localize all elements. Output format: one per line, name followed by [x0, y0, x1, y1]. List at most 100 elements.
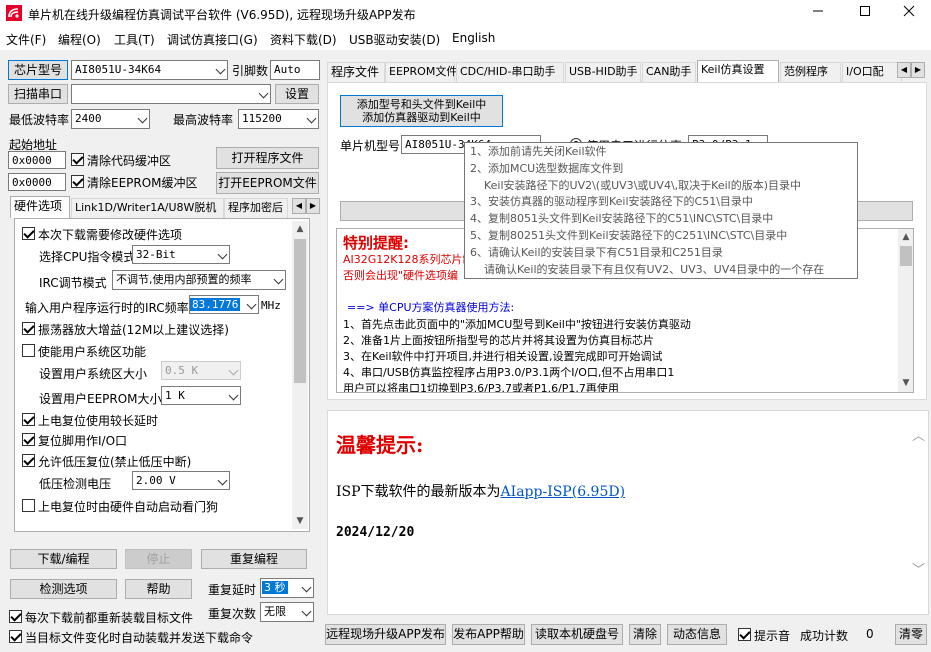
cpu-mode-select[interactable]: 32-Bit	[132, 245, 230, 264]
check-options-button[interactable]: 检测选项	[10, 579, 117, 599]
repeat-count-select[interactable]: 无限	[260, 602, 314, 622]
repeat-delay-label: 重复延时	[208, 583, 257, 597]
add-to-keil-button[interactable]: 添加型号和头文件到Keil中 添加仿真器驱动到Keil中	[340, 95, 503, 127]
scan-port-button[interactable]: 扫描串口	[8, 84, 68, 104]
low-voltage-reset-checkbox[interactable]	[22, 454, 35, 467]
reset-count-button[interactable]: 清零	[895, 624, 927, 645]
read-disk-id-button[interactable]: 读取本机硬盘号	[531, 624, 623, 645]
min-baud-select[interactable]: 2400	[71, 109, 150, 129]
serial-port-select[interactable]	[71, 84, 271, 104]
menu-file[interactable]: 文件(F)	[6, 31, 46, 48]
notice-scroll-down-icon[interactable]: ﹀	[912, 559, 925, 578]
tooltip-line-5: 4、复制8051头文件到Keil安装路径下的C51\INC\STC\目录中	[470, 212, 774, 226]
info-scrollbar[interactable]: ▲ ▼	[898, 229, 913, 392]
tab-can[interactable]: CAN助手	[642, 62, 696, 82]
auto-reload-checkbox[interactable]	[9, 630, 22, 643]
notice-scroll-up-icon[interactable]: ︿	[912, 425, 925, 444]
chip-model-select[interactable]: AI8051U-34K64	[71, 60, 228, 80]
minimize-button[interactable]	[795, 0, 840, 28]
chip-model-button[interactable]: 芯片型号	[8, 60, 68, 80]
reload-before-download-checkbox[interactable]	[9, 610, 22, 623]
scrollbar-thumb[interactable]	[900, 246, 912, 266]
repeat-delay-value: 3 秒	[262, 581, 288, 594]
latest-version-link[interactable]: AIapp-ISP(6.95D)	[501, 484, 626, 500]
download-program-button[interactable]: 下载/编程	[10, 549, 117, 569]
tooltip-line-1: 1、添加前请先关闭Keil软件	[470, 145, 607, 158]
publish-help-button[interactable]: 发布APP帮助	[452, 624, 525, 645]
menu-tools[interactable]: 工具(T)	[114, 31, 155, 48]
add-to-keil-line2: 添加仿真器驱动到Keil中	[362, 111, 481, 124]
tab-io-config[interactable]: I/O口配	[842, 62, 902, 82]
eeprom-start-address-input[interactable]: 0x0000	[8, 173, 66, 191]
menu-debug-interface[interactable]: 调试仿真接口(G)	[167, 31, 258, 48]
open-eeprom-file-button[interactable]: 打开EEPROM文件	[216, 172, 319, 194]
menu-usb-driver[interactable]: USB驱动安装(D)	[349, 31, 440, 48]
irc-mode-select[interactable]: 不调节,使用内部预置的频率	[112, 270, 286, 290]
clear-eeprom-buffer-checkbox[interactable]	[71, 175, 84, 188]
user-system-size-label: 设置用户系统区大小	[39, 367, 148, 381]
reset-pin-io-label: 复位脚用作I/O口	[38, 434, 128, 448]
tab-hardware-options[interactable]: 硬件选项	[10, 196, 70, 218]
user-system-area-checkbox[interactable]	[22, 344, 35, 357]
chevron-down-icon	[301, 582, 312, 593]
max-baud-select[interactable]: 115200	[238, 109, 319, 129]
remote-upgrade-button[interactable]: 远程现场升级APP发布	[325, 624, 446, 645]
scroll-up-icon[interactable]: ▲	[292, 221, 308, 237]
open-program-file-button[interactable]: 打开程序文件	[216, 147, 319, 169]
cpu-mode-label: 选择CPU指令模式	[39, 250, 136, 264]
tab-scroll-left-button[interactable]: ◀	[292, 198, 306, 214]
repeat-delay-select[interactable]: 3 秒	[260, 578, 314, 598]
hardware-options-scrollbar[interactable]: ▲ ▼	[292, 221, 308, 529]
right-tab-row: 程序文件 EEPROM文件 CDC/HID-串口助手 USB-HID助手 CAN…	[327, 60, 927, 82]
auto-watchdog-label: 上电复位时由硬件自动启动看门狗	[38, 500, 219, 514]
chevron-down-icon	[228, 390, 239, 401]
user-system-size-select[interactable]: 0.5 K	[161, 361, 241, 380]
repeat-program-button[interactable]: 重复编程	[201, 549, 307, 569]
tab-scroll-right-button[interactable]: ▶	[306, 198, 320, 214]
scroll-down-icon[interactable]: ▼	[292, 513, 308, 529]
irc-frequency-value: 83.1776	[190, 298, 241, 311]
cpu-mode-value: 32-Bit	[136, 248, 176, 261]
clear-button[interactable]: 清除	[629, 624, 661, 645]
modify-hardware-checkbox[interactable]	[22, 227, 35, 240]
code-start-address-input[interactable]: 0x0000	[8, 151, 66, 169]
right-tab-scroll-left-button[interactable]: ◀	[897, 62, 911, 78]
lvd-voltage-select[interactable]: 2.00 V	[132, 471, 230, 490]
tab-cdc-hid-serial[interactable]: CDC/HID-串口助手	[456, 62, 564, 82]
tab-eeprom-file[interactable]: EEPROM文件	[385, 62, 457, 82]
notice-version-prefix: ISP下载软件的最新版本为	[336, 484, 501, 500]
oscillator-gain-checkbox[interactable]	[22, 322, 35, 335]
reset-pin-io-checkbox[interactable]	[22, 433, 35, 446]
long-reset-delay-label: 上电复位使用较长延时	[38, 414, 159, 428]
user-eeprom-size-select[interactable]: 1 K	[161, 386, 241, 405]
close-button[interactable]	[886, 0, 931, 28]
tab-program-encrypt[interactable]: 程序加密后	[224, 198, 288, 218]
long-reset-delay-checkbox[interactable]	[22, 413, 35, 426]
tab-program-file[interactable]: 程序文件	[327, 62, 385, 82]
auto-watchdog-checkbox[interactable]	[22, 499, 35, 512]
tab-usb-hid[interactable]: USB-HID助手	[565, 62, 641, 82]
tab-examples[interactable]: 范例程序	[780, 62, 841, 82]
help-button[interactable]: 帮助	[125, 579, 192, 599]
tab-link1d-offline[interactable]: Link1D/Writer1A/U8W脱机	[71, 198, 224, 218]
menu-downloads[interactable]: 资料下载(D)	[270, 31, 337, 48]
irc-frequency-input[interactable]: 83.1776	[189, 295, 259, 314]
chevron-down-icon	[228, 365, 239, 376]
port-settings-button[interactable]: 设置	[275, 84, 319, 104]
dynamic-info-button[interactable]: 动态信息	[667, 624, 727, 645]
right-tab-scroll-right-button[interactable]: ▶	[911, 62, 925, 78]
scroll-up-icon[interactable]: ▲	[898, 229, 913, 245]
beep-checkbox[interactable]	[738, 628, 751, 641]
menu-english[interactable]: English	[452, 31, 495, 45]
pin-count-label: 引脚数	[232, 64, 269, 78]
menu-program[interactable]: 编程(O)	[58, 31, 101, 48]
tab-keil-simulation[interactable]: Keil仿真设置	[697, 60, 779, 82]
tooltip-line-8: 请确认Keil的安装目录下有且仅有UV2、UV3、UV4目录中的一个存在	[470, 262, 825, 276]
pin-count-value: Auto	[274, 63, 301, 76]
scrollbar-thumb[interactable]	[294, 239, 306, 383]
maximize-button[interactable]	[842, 0, 887, 28]
pin-count-select[interactable]: Auto	[270, 60, 320, 80]
scroll-down-icon[interactable]: ▼	[898, 375, 913, 391]
clear-code-buffer-checkbox[interactable]	[71, 153, 84, 166]
stop-button[interactable]: 停止	[125, 549, 192, 569]
